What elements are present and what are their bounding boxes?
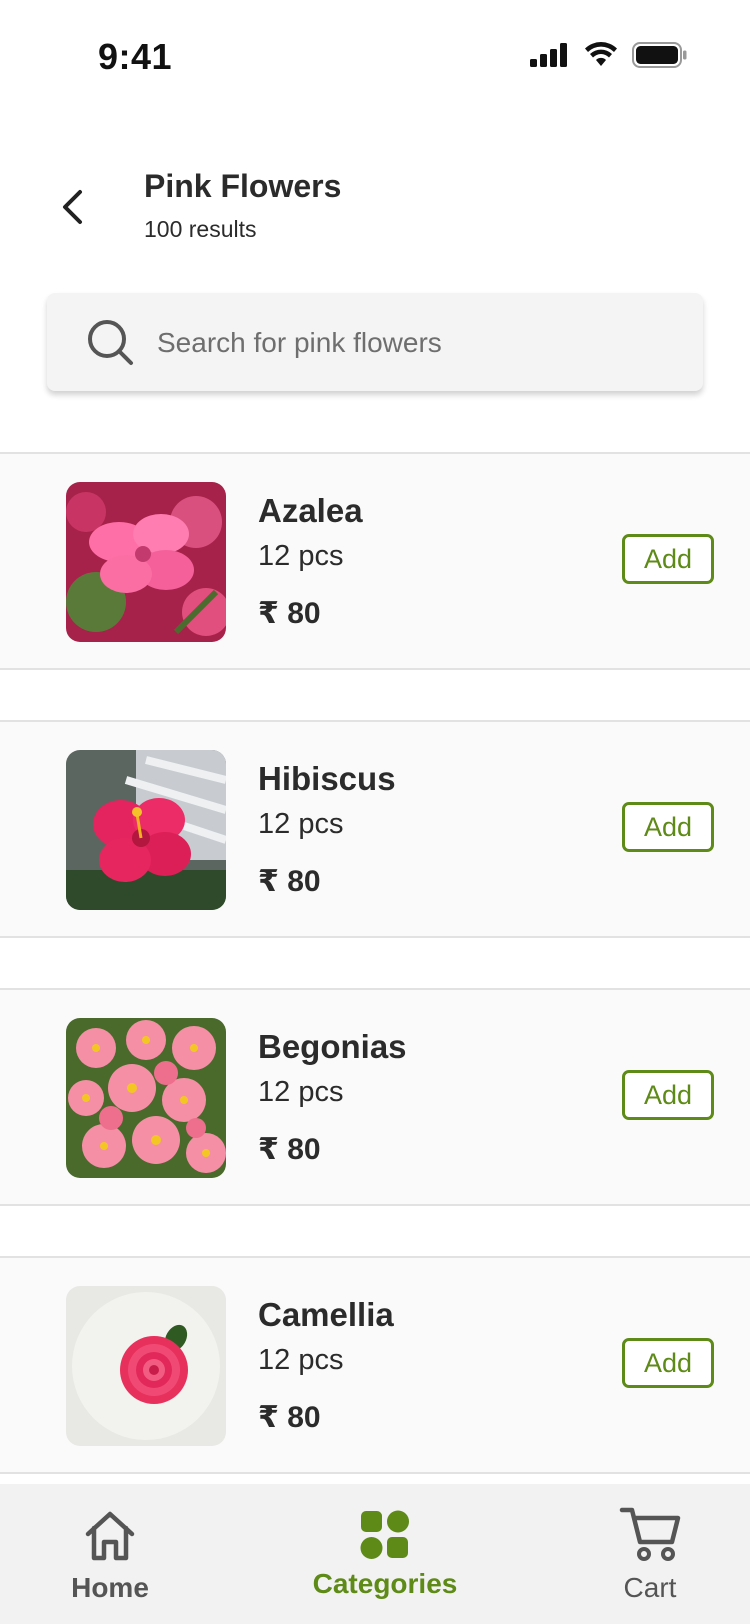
tab-label: Categories: [312, 1568, 458, 1599]
search-input[interactable]: [155, 321, 679, 365]
signal-icon: [530, 43, 567, 67]
product-qty: 12 pcs: [258, 1344, 344, 1376]
product-item-azalea[interactable]: Azalea 12 pcs ₹ 80 Add: [0, 452, 750, 670]
search-icon: [88, 320, 133, 365]
battery-icon: [632, 42, 687, 68]
back-button[interactable]: [52, 180, 92, 234]
page-title: Pink Flowers: [144, 168, 342, 204]
product-name: Camellia: [258, 1296, 394, 1333]
chevron-left-icon: [63, 190, 82, 224]
add-button[interactable]: Add: [622, 802, 714, 852]
status-bar: 9:41: [0, 0, 750, 120]
status-time: 9:41: [98, 36, 173, 77]
product-price: ₹ 80: [258, 865, 321, 898]
product-image-camellia: [66, 1286, 226, 1446]
product-price: ₹ 80: [258, 597, 321, 630]
add-button[interactable]: Add: [622, 534, 714, 584]
status-icons: [530, 42, 688, 68]
product-qty: 12 pcs: [258, 1076, 344, 1108]
product-name: Begonias: [258, 1028, 407, 1065]
product-name: Hibiscus: [258, 760, 396, 797]
product-price: ₹ 80: [258, 1133, 321, 1166]
tab-label: Cart: [623, 1572, 677, 1603]
product-name: Azalea: [258, 492, 363, 529]
product-item-begonias[interactable]: Begonias 12 pcs ₹ 80 Add: [0, 988, 750, 1206]
categories-icon: [360, 1510, 409, 1559]
tab-categories[interactable]: Categories: [300, 1484, 470, 1624]
search-bar[interactable]: [47, 293, 703, 391]
product-qty: 12 pcs: [258, 540, 344, 572]
add-button[interactable]: Add: [622, 1070, 714, 1120]
product-image-azalea: [66, 482, 226, 642]
product-price: ₹ 80: [258, 1401, 321, 1434]
product-item-hibiscus[interactable]: Hibiscus 12 pcs ₹ 80 Add: [0, 720, 750, 938]
tab-cart[interactable]: Cart: [600, 1484, 700, 1624]
tab-label: Home: [71, 1572, 149, 1603]
add-button[interactable]: Add: [622, 1338, 714, 1388]
page-header: Pink Flowers 100 results: [0, 150, 750, 260]
product-image-begonias: [66, 1018, 226, 1178]
tab-home[interactable]: Home: [50, 1484, 170, 1624]
product-image-hibiscus: [66, 750, 226, 910]
product-item-camellia[interactable]: Camellia 12 pcs ₹ 80 Add: [0, 1256, 750, 1474]
cart-icon: [619, 1507, 681, 1561]
results-count: 100 results: [144, 216, 257, 242]
home-icon: [85, 1511, 135, 1561]
wifi-icon: [585, 42, 617, 66]
product-qty: 12 pcs: [258, 808, 344, 840]
bottom-tab-bar: Home Categories Cart: [0, 1484, 750, 1624]
